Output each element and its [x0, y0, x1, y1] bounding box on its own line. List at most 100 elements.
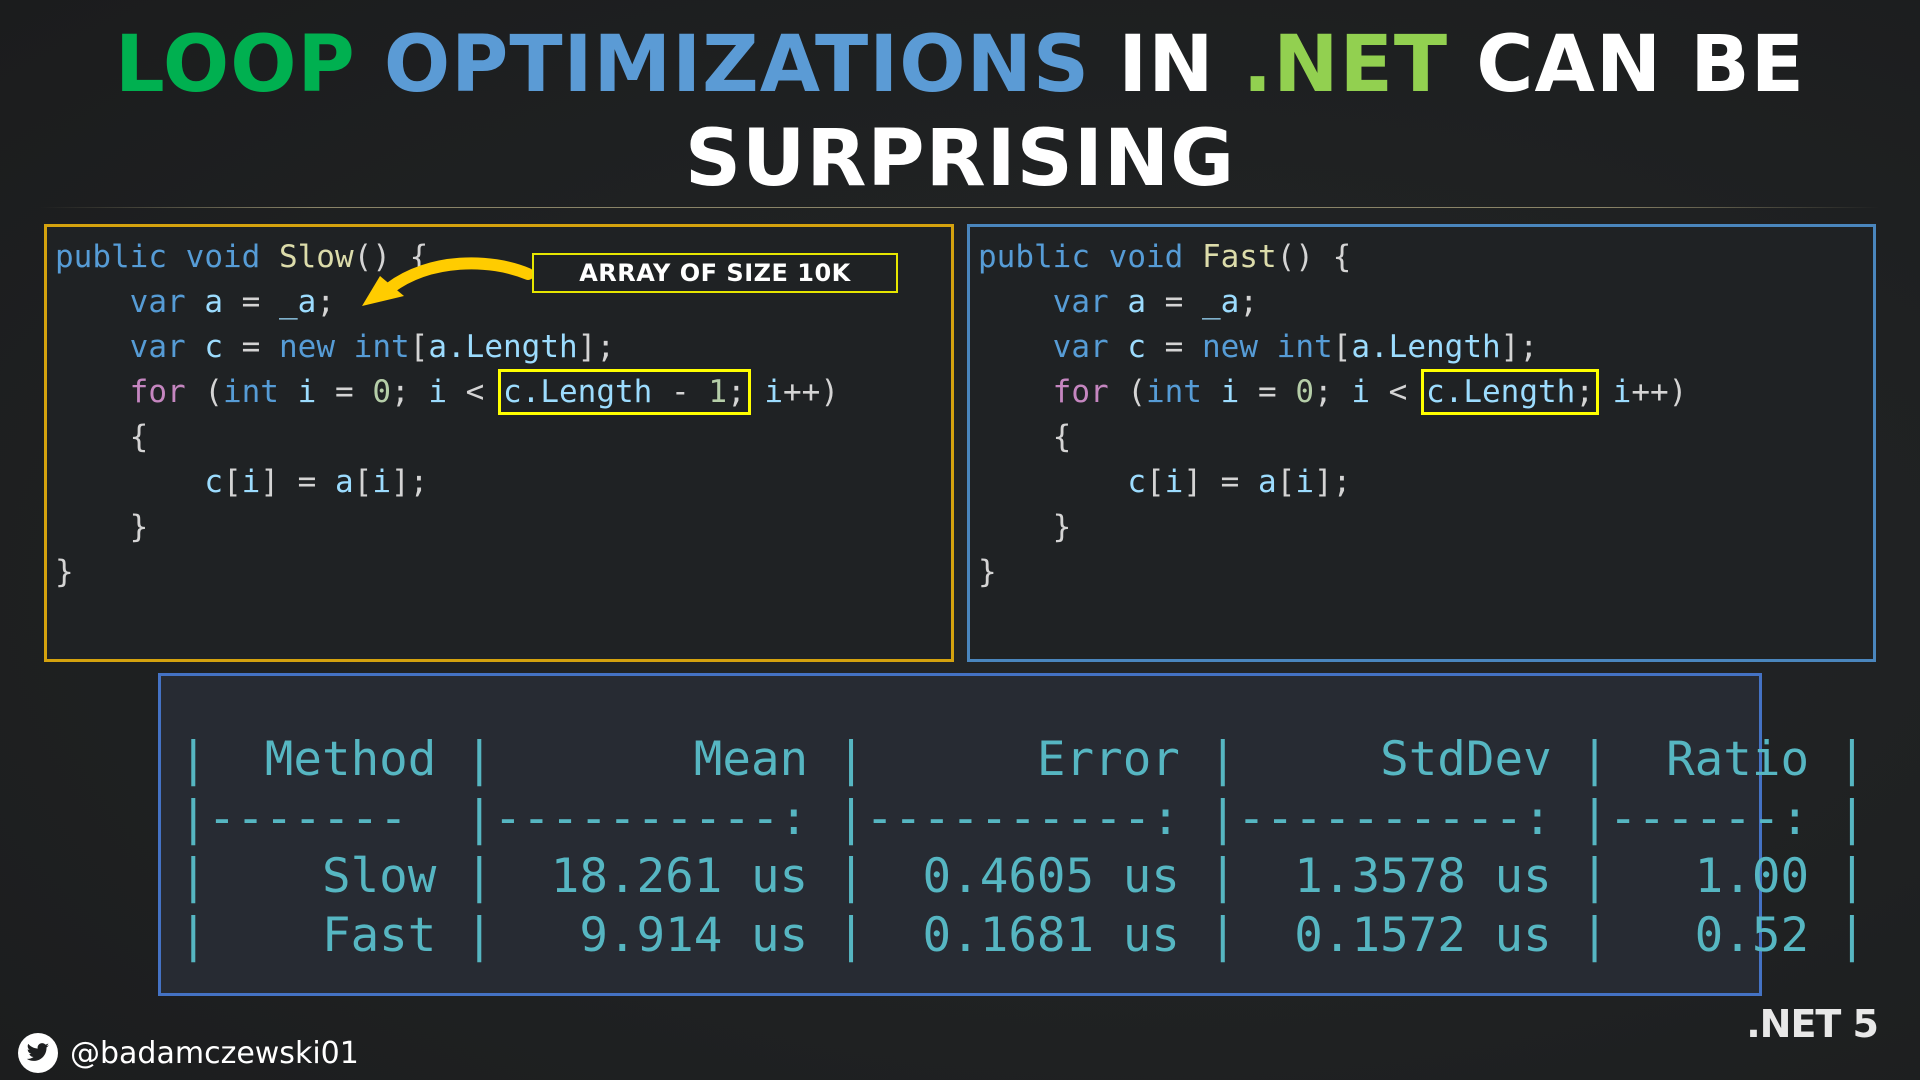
- code-token: ;: [1239, 284, 1258, 320]
- title-word-dotnet: .NET: [1242, 20, 1449, 110]
- code-token: 0: [372, 374, 391, 410]
- code-token: 1: [708, 374, 727, 410]
- code-token: void: [1108, 239, 1184, 275]
- code-token: <: [447, 374, 503, 410]
- code-token: Slow: [278, 239, 354, 275]
- fast-code-line: c[i] = a[i];: [978, 464, 1351, 500]
- code-token: =: [223, 329, 279, 365]
- title-line-2: SURPRISING: [684, 114, 1236, 204]
- code-token: c: [204, 464, 223, 500]
- code-token: void: [185, 239, 261, 275]
- code-token: (: [1108, 374, 1146, 410]
- code-token: i: [1612, 374, 1632, 410]
- slow-code-line: }: [55, 509, 149, 545]
- twitter-handle-text: @badamczewski01: [70, 1035, 359, 1071]
- code-token: a.Length: [1351, 329, 1501, 365]
- code-token: a: [1257, 464, 1277, 500]
- title-line-1: LOOP OPTIMIZATIONS IN .NET CAN BE: [0, 18, 1920, 112]
- code-token: for: [129, 374, 186, 410]
- array-size-annotation: ARRAY OF SIZE 10K: [532, 253, 898, 293]
- code-token: }: [978, 554, 997, 590]
- fast-code-line: var c = new int[a.Length];: [978, 329, 1538, 365]
- code-token: i: [1164, 464, 1184, 500]
- fast-code-line: }: [978, 554, 997, 590]
- code-token: =: [223, 284, 279, 320]
- code-token: _a: [279, 284, 317, 320]
- code-token: }: [55, 509, 149, 545]
- code-token: =: [1239, 374, 1296, 410]
- code-token: ];: [1500, 329, 1538, 365]
- benchmark-markdown-table: | Method | Mean | Error | StdDev | Ratio…: [179, 731, 1866, 965]
- code-token: {: [978, 419, 1072, 455]
- fast-code-line: for (int i = 0; i < c.Length; i++): [978, 369, 1688, 415]
- code-token: =: [1146, 329, 1202, 365]
- code-token: var: [129, 329, 186, 365]
- code-token: ;: [1314, 374, 1352, 410]
- code-token: Fast: [1201, 239, 1277, 275]
- code-token: [: [222, 464, 242, 500]
- code-token: var: [1052, 284, 1109, 320]
- code-token: c: [204, 329, 223, 365]
- code-token: i: [241, 464, 261, 500]
- code-token: () {: [1276, 239, 1352, 275]
- title-word-loop: LOOP: [114, 20, 356, 110]
- code-token: ];: [391, 464, 429, 500]
- code-token: =: [316, 374, 373, 410]
- code-token: _a: [1202, 284, 1240, 320]
- code-token: a: [204, 284, 223, 320]
- code-token: [: [409, 329, 429, 365]
- slow-code-line: for (int i = 0; i < c.Length - 1; i++): [55, 369, 839, 415]
- code-token: new: [1202, 329, 1258, 365]
- code-token: c: [1127, 329, 1146, 365]
- code-token: i: [428, 374, 447, 410]
- slow-code-line: }: [55, 554, 74, 590]
- code-token: c.Length: [503, 374, 653, 410]
- code-token: [: [1332, 329, 1352, 365]
- code-token: =: [1146, 284, 1202, 320]
- code-token: [: [1276, 464, 1296, 500]
- code-token: ] =: [1183, 464, 1258, 500]
- code-token: public: [55, 239, 167, 275]
- code-token: [: [353, 464, 373, 500]
- code-token: ;: [726, 374, 746, 410]
- code-token: }: [55, 554, 74, 590]
- fast-loop-condition-highlight: c.Length;: [1421, 369, 1599, 415]
- code-token: a.Length: [428, 329, 578, 365]
- code-token: i: [297, 374, 317, 410]
- slow-code-line: c[i] = a[i];: [55, 464, 428, 500]
- code-token: var: [129, 284, 186, 320]
- benchmark-header-row: | Method | Mean | Error | StdDev | Ratio…: [179, 732, 1867, 787]
- code-token: ++): [1631, 374, 1688, 410]
- slow-code-line: var a = _a;: [55, 284, 335, 320]
- code-token: new: [279, 329, 335, 365]
- fast-code-line: public void Fast() {: [978, 239, 1351, 275]
- code-token: }: [978, 509, 1072, 545]
- code-token: ;: [1575, 374, 1594, 410]
- code-token: c: [1127, 464, 1146, 500]
- benchmark-results-table: | Method | Mean | Error | StdDev | Ratio…: [158, 673, 1866, 996]
- dotnet-version-badge: .NET 5: [1746, 1002, 1879, 1046]
- twitter-handle: @badamczewski01: [18, 1033, 359, 1073]
- code-token: -: [652, 374, 709, 410]
- code-token: i: [1220, 374, 1240, 410]
- code-token: ] =: [260, 464, 335, 500]
- fast-code-line: {: [978, 419, 1072, 455]
- code-token: ];: [577, 329, 615, 365]
- code-token: i: [1295, 464, 1314, 500]
